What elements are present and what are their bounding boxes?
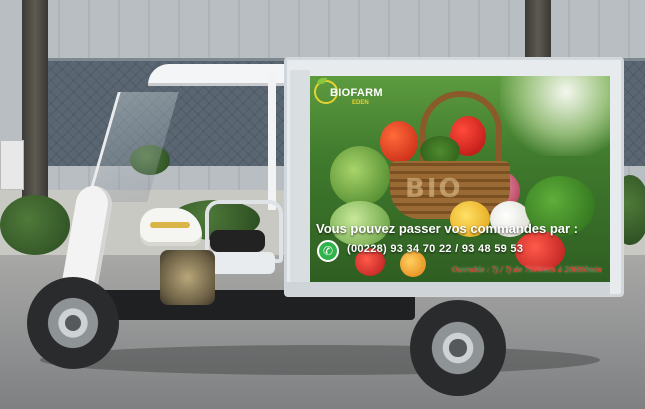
phone-numbers: (00228) 93 34 70 22 / 93 48 59 53 [347,243,524,255]
whatsapp-icon: ✆ [317,240,339,262]
cab-pillar [268,70,276,210]
tree-trunk [22,0,48,210]
biofarm-logo: BIOFARM EDEN [314,78,384,110]
rear-wheel [410,300,506,396]
air-conditioner [0,140,24,190]
front-wheel [27,277,119,369]
logo-name: BIOFARM [330,87,383,99]
tank-stripe [150,222,190,228]
engine [160,250,215,305]
vehicle-shadow [40,345,600,375]
cab-roof [148,64,288,86]
cargo-box-side [290,70,310,285]
black-bag [210,230,265,252]
logo-subtitle: EDEN [352,100,369,106]
opening-hours: Ouvrable : 7j / 7j de 7h00min à 20H00min [452,266,602,274]
shrub [0,195,70,255]
cargo-box-base [285,282,610,296]
seat [205,252,275,274]
lettuce [330,146,390,206]
basket-bio-text: BIO [405,174,463,204]
photo-scene: BIO BIOFARM EDEN Vous pouvez passer vos … [0,0,645,409]
red-pepper [380,121,418,163]
order-heading: Vous pouvez passer vos commandes par : [316,221,579,236]
panel-sky [500,76,610,156]
